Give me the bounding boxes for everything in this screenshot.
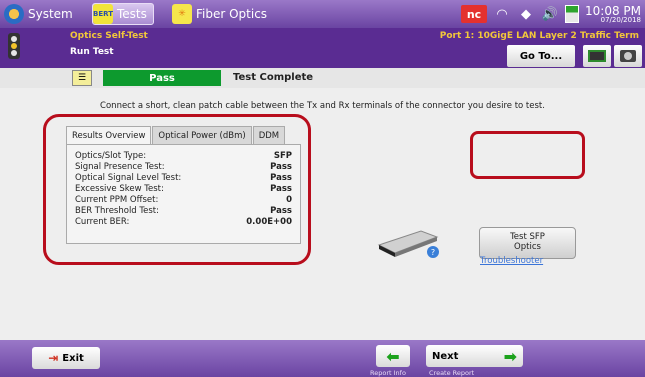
system-gear-icon (4, 4, 24, 24)
svg-text:?: ? (431, 248, 435, 257)
exit-icon: ⇥ (48, 351, 59, 365)
nc-badge[interactable]: nc (461, 5, 487, 23)
speaker-icon[interactable]: 🔊 (541, 5, 559, 23)
status-message: Test Complete (233, 72, 314, 83)
top-bar: System BERT Tests ✳ Fiber Optics nc ◠ ◆ … (0, 0, 645, 28)
screenshot-button[interactable] (614, 45, 642, 67)
create-report-caption: Create Report (429, 369, 475, 377)
bert-icon: BERT (93, 4, 113, 24)
sub-header: Optics Self-Test Run Test Port 1: 10GigE… (0, 28, 645, 68)
wifi-icon[interactable]: ◠ (493, 5, 511, 23)
troubleshooter-link[interactable]: Troubleshooter (480, 256, 543, 266)
traffic-light-icon[interactable] (8, 33, 20, 59)
exit-button[interactable]: ⇥ Exit (32, 347, 100, 369)
tests-label: Tests (117, 7, 147, 21)
instruction-text: Connect a short, clean patch cable betwe… (100, 101, 545, 111)
result-status-badge: Pass (103, 70, 221, 86)
clock-date: 07/20/2018 (600, 15, 641, 24)
status-area: nc ◠ ◆ 🔊 10:08 PM 07/20/2018 (461, 2, 641, 26)
report-info-caption: Report Info (370, 369, 406, 377)
camera-icon (620, 50, 636, 62)
results-list-button[interactable]: ☰ (72, 70, 92, 86)
test-sfp-optics-button[interactable]: Test SFP Optics (479, 227, 576, 259)
tests-menu[interactable]: BERT Tests (92, 3, 154, 25)
fiber-optics-label: Fiber Optics (196, 7, 268, 21)
sfp-module-icon (588, 50, 606, 62)
button-highlight-outline (470, 131, 585, 179)
battery-icon[interactable] (565, 5, 579, 23)
list-icon: ☰ (77, 73, 87, 83)
fiber-optics-menu[interactable]: ✳ Fiber Optics (172, 3, 267, 25)
sfp-transceiver-image: ? (377, 230, 439, 258)
system-menu[interactable]: System (4, 3, 73, 25)
clock: 10:08 PM 07/20/2018 (585, 5, 641, 24)
back-button[interactable]: ⬅ (376, 345, 410, 367)
next-button[interactable]: Next ➡ (426, 345, 523, 367)
exit-label: Exit (62, 352, 84, 364)
page-subtitle: Optics Self-Test (70, 31, 148, 41)
next-label: Next (432, 350, 459, 362)
system-label: System (28, 7, 73, 21)
status-row: ☰ Pass Test Complete (0, 68, 645, 88)
clock-time: 10:08 PM (585, 3, 641, 18)
network-icon[interactable]: ◆ (517, 5, 535, 23)
goto-button[interactable]: Go To... (507, 45, 575, 67)
page-title: Run Test (70, 47, 114, 57)
port-info: Port 1: 10GigE LAN Layer 2 Traffic Term (439, 31, 639, 41)
sfp-module-button[interactable] (583, 45, 611, 67)
back-arrow-icon: ⬅ (386, 346, 400, 366)
fiber-optics-icon: ✳ (172, 4, 192, 24)
next-arrow-icon: ➡ (503, 346, 517, 366)
bottom-bar: ⇥ Exit ⬅ Next ➡ Report Info Create Repor… (0, 340, 645, 377)
results-highlight-outline (43, 114, 311, 265)
